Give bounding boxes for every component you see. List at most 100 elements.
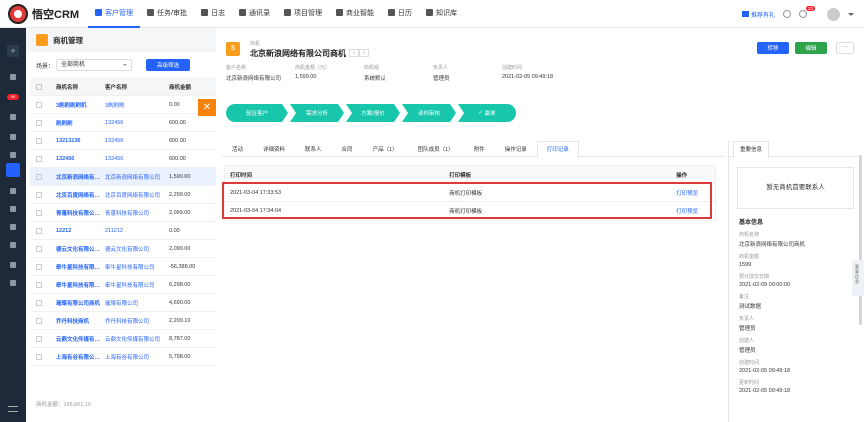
scene-select[interactable]: 全部商机 [56, 59, 133, 71]
chevron-right-icon[interactable]: › [359, 49, 369, 57]
speaker-icon[interactable] [783, 10, 791, 18]
business-name-link[interactable]: 12212 [56, 228, 102, 234]
business-name-link[interactable]: 乔丹科技商机 [56, 317, 102, 325]
stage-step[interactable]: 验证客户 [226, 104, 288, 122]
nav-contacts[interactable]: 通讯录 [232, 0, 277, 28]
business-name-link[interactable]: 璀璨有限公司商机 [56, 299, 102, 307]
contacts-icon[interactable] [10, 152, 16, 158]
more-button[interactable]: ··· [836, 42, 854, 54]
add-icon[interactable]: + [7, 45, 19, 57]
business-name-link[interactable]: 刷刷刷 [56, 119, 102, 127]
sidebar-badge[interactable]: 99 [7, 94, 19, 100]
payment-icon[interactable] [10, 206, 16, 212]
table-row[interactable]: 牵牛星科技有限公司商机牵牛星科技有限公司-56,388.00 [30, 258, 216, 276]
business-name-link[interactable]: 3刷刷刷刷机 [56, 101, 102, 109]
transfer-button[interactable]: 转移 [757, 42, 789, 54]
customer-name-link[interactable]: 牵牛星科技有限公司 [102, 281, 166, 289]
business-name-link[interactable]: 北京新浪网络有限公司商机 [56, 173, 102, 181]
row-checkbox[interactable] [36, 281, 42, 288]
customer-name-link[interactable]: 3刷刷刷 [102, 101, 166, 109]
customer-name-link[interactable]: 璀璨有限公司 [102, 299, 166, 307]
customer-name-link[interactable]: 132456 [102, 156, 166, 162]
tab-attachment[interactable]: 附件 [464, 141, 495, 157]
dashboard-icon[interactable] [10, 74, 16, 80]
tab-product[interactable]: 产品（1） [363, 141, 408, 157]
customer-name-link[interactable]: 乔丹科技有限公司 [102, 317, 166, 325]
business-name-link[interactable]: 132456 [56, 156, 102, 162]
table-row[interactable]: 3刷刷刷刷机 3刷刷刷 0.00 [30, 96, 216, 114]
tab-print-log[interactable]: 打印记录 [536, 141, 579, 158]
advanced-filter-button[interactable]: 高级筛选 [146, 59, 190, 71]
nav-bi[interactable]: 商业智能 [329, 0, 381, 28]
table-row[interactable]: 上海有谷有限公司商机上海有谷有限公司5,798.00 [30, 348, 216, 366]
customer-name-link[interactable]: 牵牛星科技有限公司 [102, 263, 166, 271]
info-panel-handle[interactable]: 重要信息 [852, 260, 864, 296]
table-row[interactable]: 乔丹科技商机 乔丹科技有限公司 2,209.10 [30, 312, 216, 330]
customer-name-link[interactable]: 北京百度网络有限公司 [102, 191, 166, 199]
business-name-link[interactable]: 北京百度网络有限公司商机 [56, 191, 102, 199]
customer-name-link[interactable]: 北京新浪网络有限公司 [102, 173, 166, 181]
business-icon[interactable] [6, 163, 20, 177]
nav-customer[interactable]: 客户管理 [88, 0, 140, 28]
row-checkbox[interactable] [36, 299, 42, 306]
row-checkbox[interactable] [36, 155, 42, 162]
tab-details[interactable]: 详细资料 [253, 141, 295, 157]
row-checkbox[interactable] [36, 191, 42, 198]
tab-activity[interactable]: 活动 [222, 141, 253, 157]
business-name-link[interactable]: 青蓬科技有限公司商机 [56, 209, 102, 217]
table-row[interactable]: 牵牛星科技有限公司商机牵牛星科技有限公司6,298.00 [30, 276, 216, 294]
customer-name-link[interactable]: 青蓬科技有限公司 [102, 209, 166, 217]
customer-name-link[interactable]: 云鼎文化传媒有限公司 [102, 335, 166, 343]
nav-log[interactable]: 日志 [194, 0, 232, 28]
tab-contacts[interactable]: 联系人 [295, 141, 332, 157]
table-row[interactable]: 北京百度网络有限公司商机北京百度网络有限公司2,299.00 [30, 186, 216, 204]
chevron-down-icon[interactable] [848, 12, 854, 16]
row-checkbox[interactable] [36, 263, 42, 270]
column-header[interactable]: 商机名称 [56, 83, 102, 91]
row-checkbox[interactable] [36, 209, 42, 216]
table-row[interactable]: 刷刷刷 132456 600.00 [30, 114, 216, 132]
invoice-icon[interactable] [10, 224, 16, 230]
chevron-left-icon[interactable]: ‹ [349, 49, 359, 57]
row-checkbox[interactable] [36, 335, 42, 342]
visit-icon[interactable] [10, 262, 16, 268]
column-header[interactable]: 客户名称 [102, 83, 166, 91]
avatar[interactable] [827, 7, 840, 21]
close-icon[interactable]: ✕ [198, 99, 216, 116]
table-row[interactable]: 12212 211212 0.00 [30, 222, 216, 240]
upgrade-link[interactable]: 推荐有礼 [741, 10, 775, 19]
select-all-checkbox[interactable] [36, 83, 42, 90]
customer-name-link[interactable]: 德云文化有限公司 [102, 245, 166, 253]
nav-project[interactable]: 项目管理 [277, 0, 329, 28]
table-row[interactable]: 云鼎文化传媒有限公司商机云鼎文化传媒有限公司8,787.00 [30, 330, 216, 348]
business-name-link[interactable]: 牵牛星科技有限公司商机 [56, 281, 102, 289]
table-row[interactable]: 璀璨有限公司商机 璀璨有限公司 4,690.00 [30, 294, 216, 312]
row-checkbox[interactable] [36, 245, 42, 252]
nav-task[interactable]: 任务/审批 [140, 0, 194, 28]
row-checkbox[interactable] [36, 173, 42, 180]
table-row[interactable]: 德云文化有限公司商机德云文化有限公司2,099.00 [30, 240, 216, 258]
scrollbar[interactable] [859, 155, 862, 325]
customer-name-link[interactable]: 上海有谷有限公司 [102, 353, 166, 361]
row-checkbox[interactable] [36, 101, 42, 108]
star-icon[interactable]: ☆ [340, 48, 346, 56]
stage-step[interactable]: 方案/报价 [346, 104, 400, 122]
bell-icon[interactable]: 22 [799, 6, 815, 18]
table-row[interactable]: 13213136 132456 600.00 [30, 132, 216, 150]
customer-name-link[interactable]: 132456 [102, 138, 166, 144]
nav-calendar[interactable]: 日历 [381, 0, 419, 28]
row-checkbox[interactable] [36, 119, 42, 126]
row-checkbox[interactable] [36, 317, 42, 324]
business-name-link[interactable]: 13213136 [56, 138, 102, 144]
business-name-link[interactable]: 云鼎文化传媒有限公司商机 [56, 335, 102, 343]
app-logo[interactable]: 悟空CRM [0, 3, 88, 24]
table-row[interactable]: 青蓬科技有限公司商机青蓬科技有限公司2,099.00 [30, 204, 216, 222]
column-header[interactable]: 商机金额 [166, 83, 214, 91]
clue-icon[interactable] [10, 114, 16, 120]
tab-important-info[interactable]: 重要信息 [733, 141, 770, 158]
tab-operation-log[interactable]: 操作记录 [495, 141, 537, 157]
customer-icon[interactable] [10, 134, 16, 140]
tab-contract[interactable]: 合同 [332, 141, 363, 157]
stage-step[interactable]: 需求分析 [290, 104, 344, 122]
business-name-link[interactable]: 德云文化有限公司商机 [56, 245, 102, 253]
